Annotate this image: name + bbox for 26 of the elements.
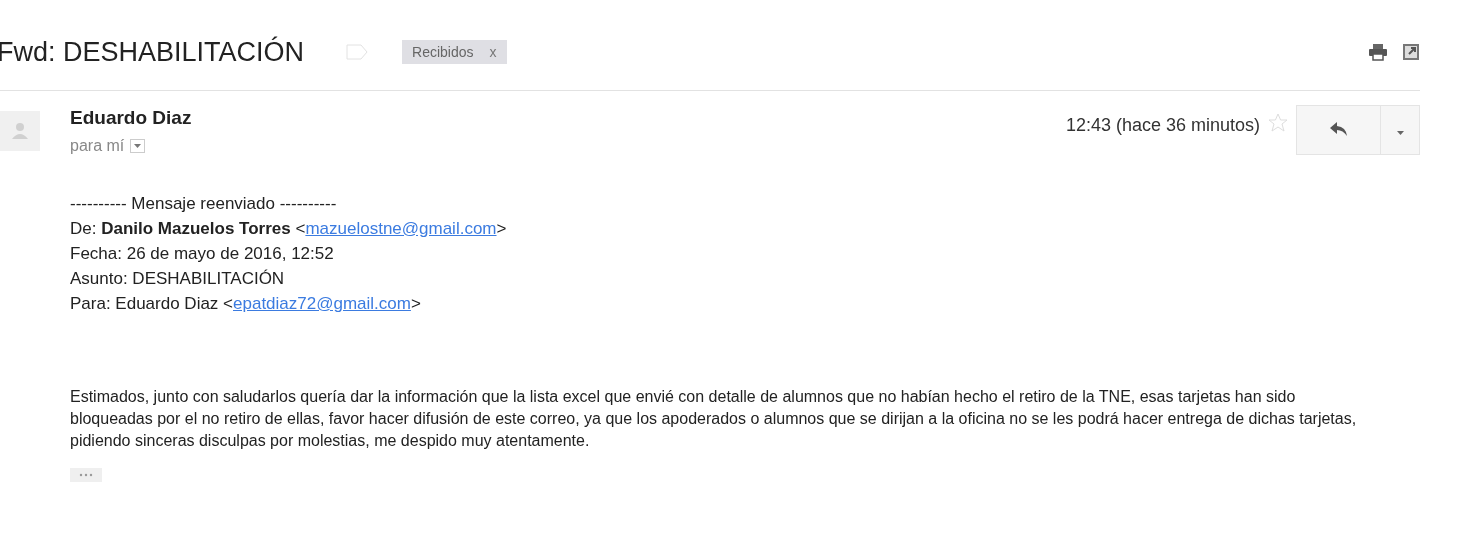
forwarded-header-line: Asunto: DESHABILITACIÓN [70, 268, 286, 290]
print-icon[interactable] [1368, 43, 1388, 61]
email-link[interactable]: mazuelostne@gmail.com [305, 219, 497, 238]
message-body: Estimados, junto con saludarlos quería dar la información que la lista excel que envié con detalle de alumnos que no habían hecho el retiro de la TNE, esas tarjetas han sido bloqueadas por el no retiro de ellas, favor hacer difusión de este correo, ya que los apoderados o alumnos que se dirijan a la oficina no se les podrá hacer entrega de dichas tarjetas, pidiendo sinceras disculpas por molestias, me despido muy atentamente. [70, 387, 1358, 451]
importance-marker-icon[interactable] [346, 44, 369, 60]
reply-icon [1329, 121, 1348, 136]
ellipsis-icon [78, 473, 94, 477]
forwarded-header-line: De: Danilo Mazuelos Torres <mazuelostne@gmail.com> [70, 218, 508, 240]
label-chip[interactable]: Recibidos x [402, 40, 507, 64]
forwarded-separator: ---------- Mensaje reenviado ---------- [70, 193, 338, 215]
show-trimmed-content-button[interactable] [70, 468, 102, 482]
email-link[interactable]: epatdiaz72@gmail.com [233, 294, 411, 313]
label-text: Recibidos [412, 44, 474, 60]
avatar-icon [0, 111, 40, 151]
email-subject: Fwd: DESHABILITACIÓN [0, 36, 305, 68]
new-window-icon[interactable] [1402, 43, 1420, 61]
remove-label-button[interactable]: x [489, 44, 497, 60]
message-time: 12:43 (hace 36 minutos) [1065, 115, 1260, 136]
sender-name: Eduardo Diaz [70, 107, 192, 129]
star-icon[interactable] [1268, 113, 1288, 133]
caret-icon [1396, 130, 1404, 135]
caret-icon [134, 144, 142, 148]
forwarded-header-line: Para: Eduardo Diaz <epatdiaz72@gmail.com> [70, 293, 422, 315]
recipient-text: para mí [70, 137, 125, 155]
forwarded-header-line: Fecha: 26 de mayo de 2016, 12:52 [70, 243, 335, 265]
details-dropdown[interactable] [130, 139, 146, 153]
